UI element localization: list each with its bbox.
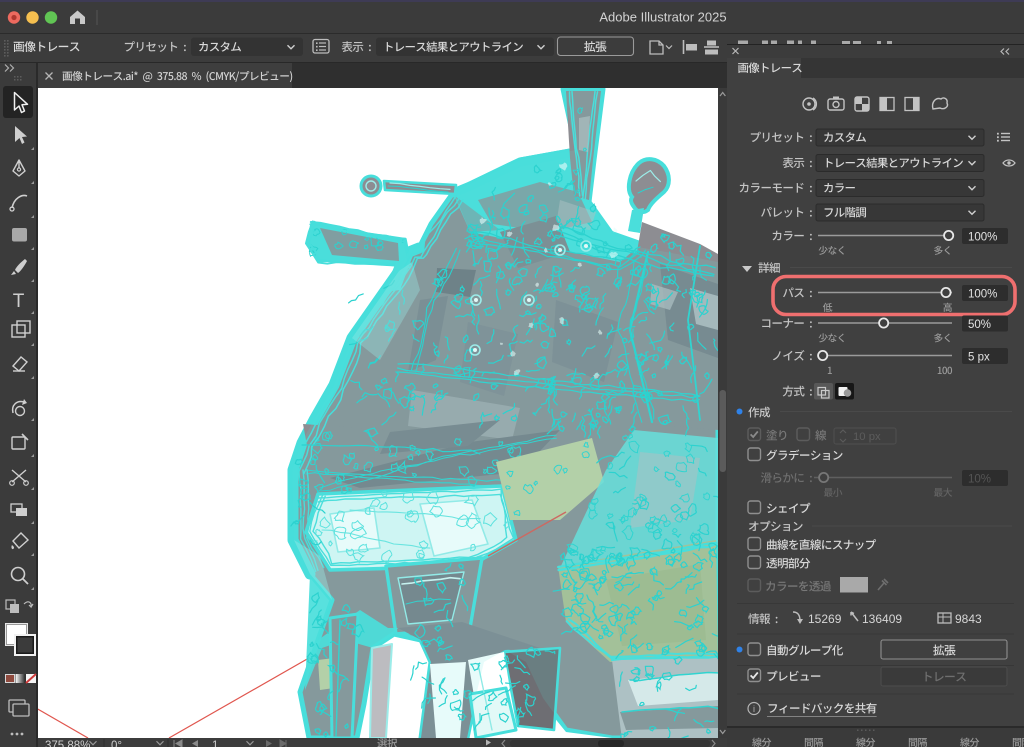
svg-text:50%: 50% (968, 319, 991, 331)
svg-text:136409: 136409 (862, 612, 902, 626)
svg-text:100%: 100% (968, 289, 997, 301)
svg-text:15269: 15269 (808, 612, 842, 626)
svg-text:i: i (753, 704, 755, 714)
svg-text:10 px: 10 px (853, 431, 881, 443)
svg-text:10%: 10% (968, 474, 991, 486)
svg-text:T: T (13, 291, 25, 312)
svg-text:100%: 100% (968, 232, 997, 244)
svg-text:9843: 9843 (955, 612, 982, 626)
svg-text:1: 1 (212, 740, 218, 747)
svg-text:5 px: 5 px (968, 352, 990, 364)
svg-text:0°: 0° (111, 740, 122, 747)
svg-text:Adobe Illustrator 2025: Adobe Illustrator 2025 (599, 10, 726, 25)
svg-text:375.88%: 375.88% (45, 740, 90, 747)
